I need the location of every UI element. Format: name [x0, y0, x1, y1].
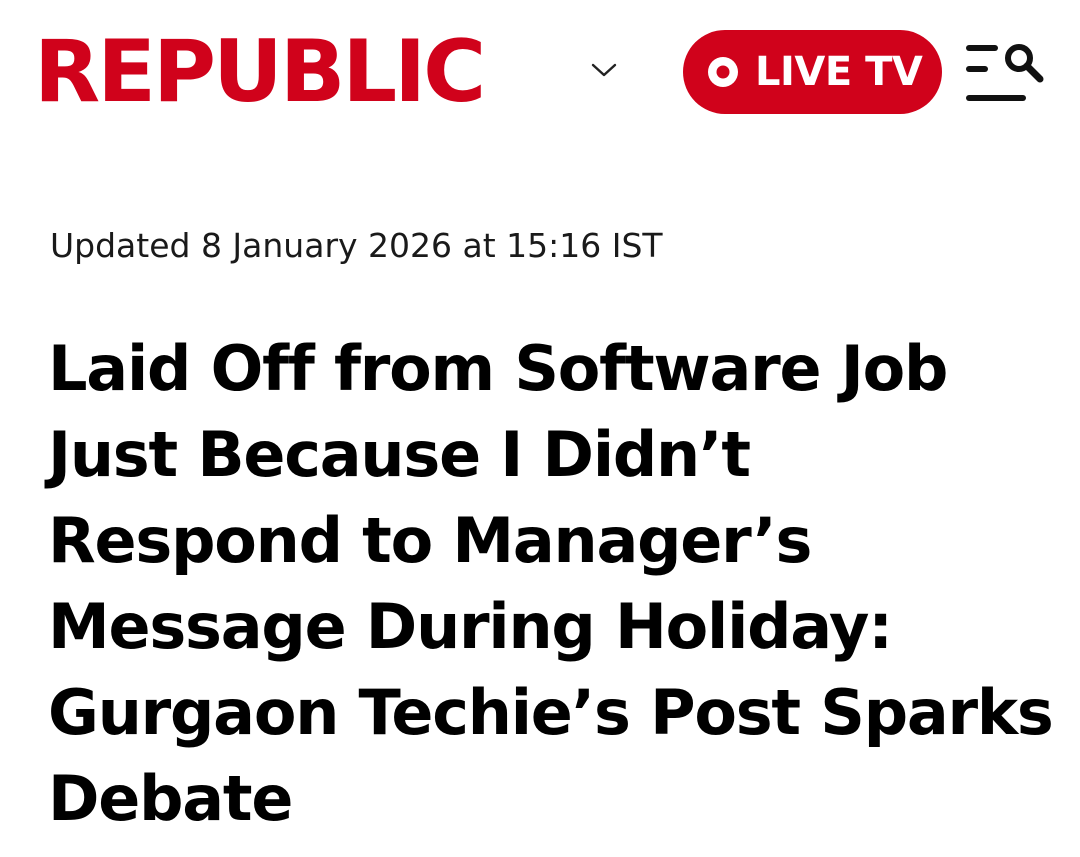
article-headline: Laid Off from Software Job Just Because … — [48, 332, 1054, 835]
menu-search-icon[interactable] — [962, 38, 1048, 108]
live-tv-label: LIVE TV — [755, 49, 923, 95]
record-dot-icon — [708, 57, 738, 87]
live-tv-button[interactable]: LIVE TV — [683, 30, 942, 114]
updated-timestamp: Updated 8 January 2026 at 15:16 IST — [50, 226, 663, 265]
republic-logo[interactable]: REPUBLIC — [34, 26, 486, 118]
site-header: REPUBLIC LIVE TV — [0, 0, 1080, 150]
chevron-down-icon[interactable] — [589, 58, 619, 82]
